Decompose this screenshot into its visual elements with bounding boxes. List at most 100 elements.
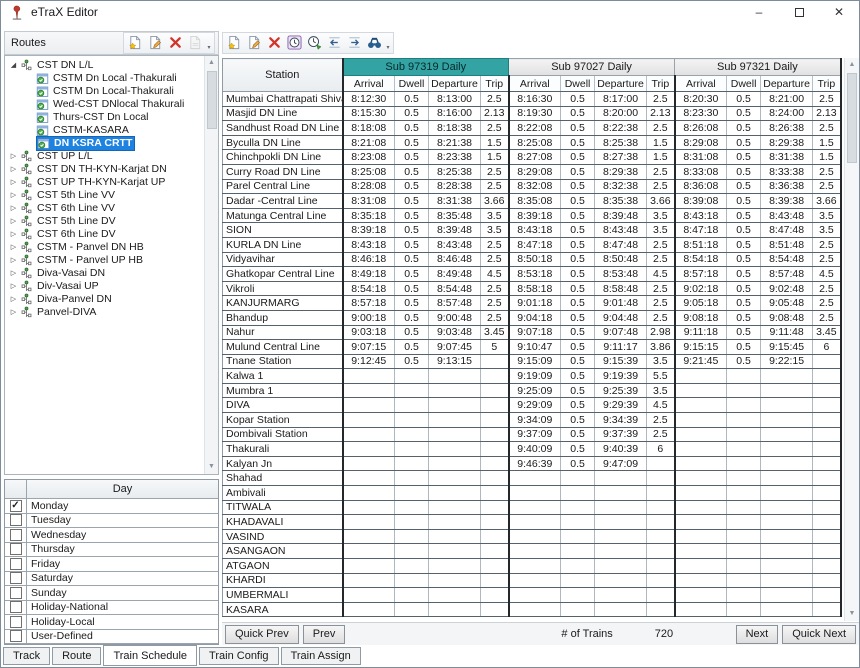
schedule-cell[interactable]: 0.5 [561, 398, 595, 413]
schedule-cell[interactable]: 9:02:48 [761, 281, 813, 296]
day-row-monday[interactable]: ✓Monday [5, 499, 218, 514]
schedule-cell[interactable]: 0.5 [561, 281, 595, 296]
schedule-cell[interactable]: 8:39:48 [429, 223, 481, 238]
edit-doc-icon[interactable] [244, 33, 264, 53]
schedule-cell[interactable]: 0.5 [561, 194, 595, 209]
schedule-cell[interactable] [761, 486, 813, 501]
schedule-cell[interactable]: 2.5 [813, 281, 841, 296]
schedule-cell[interactable]: 0.5 [727, 340, 761, 355]
schedule-cell[interactable] [481, 398, 509, 413]
schedule-cell[interactable] [727, 500, 761, 515]
schedule-cell[interactable] [395, 573, 429, 588]
schedule-cell[interactable]: 9:00:48 [429, 310, 481, 325]
schedule-cell[interactable] [761, 413, 813, 428]
table-scrollbar[interactable]: ▲ ▼ [844, 58, 859, 621]
schedule-cell[interactable]: 2.5 [481, 281, 509, 296]
schedule-cell[interactable] [647, 544, 675, 559]
schedule-cell[interactable] [481, 588, 509, 603]
schedule-cell[interactable]: 8:47:48 [595, 237, 647, 252]
schedule-cell[interactable] [761, 398, 813, 413]
schedule-cell[interactable] [429, 573, 481, 588]
schedule-cell[interactable]: 0.5 [561, 310, 595, 325]
tree-scrollbar[interactable]: ▲ ▼ [204, 56, 218, 474]
schedule-cell[interactable]: 8:43:48 [595, 223, 647, 238]
schedule-cell[interactable]: 2.5 [481, 252, 509, 267]
station-cell[interactable]: Sandhust Road DN Line [223, 121, 343, 136]
tree-item-cstm-dn-local-thakurali[interactable]: CSTM Dn Local -Thakurali [7, 72, 218, 85]
tree-item-dn-ksra-crtt[interactable]: DN KSRA CRTT [7, 137, 218, 150]
schedule-cell[interactable] [761, 500, 813, 515]
schedule-cell[interactable]: 2.5 [647, 310, 675, 325]
checkbox-monday[interactable]: ✓ [10, 500, 22, 512]
schedule-cell[interactable]: 8:29:38 [595, 164, 647, 179]
delete-icon[interactable] [264, 33, 284, 53]
schedule-cell[interactable]: 0.5 [727, 179, 761, 194]
expand-arrow-icon[interactable]: ▷ [7, 202, 20, 215]
schedule-cell[interactable] [481, 442, 509, 457]
column-header-trip[interactable]: Trip [813, 76, 841, 92]
expand-arrow-icon[interactable]: ▷ [7, 267, 20, 280]
schedule-cell[interactable] [395, 559, 429, 574]
tree-item-cst-6th-line-dv[interactable]: ▷CST 6th Line DV [7, 228, 218, 241]
schedule-cell[interactable] [675, 529, 727, 544]
schedule-cell[interactable]: 9:47:09 [595, 456, 647, 471]
schedule-cell[interactable] [761, 427, 813, 442]
expand-arrow-icon[interactable]: ▷ [7, 189, 20, 202]
schedule-cell[interactable] [429, 369, 481, 384]
schedule-cell[interactable]: 0.5 [727, 223, 761, 238]
schedule-cell[interactable]: 2.5 [647, 164, 675, 179]
station-cell[interactable]: ASANGAON [223, 544, 343, 559]
schedule-cell[interactable]: 8:43:48 [761, 208, 813, 223]
schedule-cell[interactable] [813, 529, 841, 544]
schedule-cell[interactable]: 9:00:18 [343, 310, 395, 325]
schedule-cell[interactable] [481, 515, 509, 530]
schedule-cell[interactable]: 9:46:39 [509, 456, 561, 471]
schedule-cell[interactable]: 0.5 [727, 296, 761, 311]
schedule-cell[interactable] [481, 427, 509, 442]
schedule-cell[interactable]: 8:19:30 [509, 106, 561, 121]
clock-view-icon[interactable] [284, 33, 304, 53]
schedule-cell[interactable] [761, 456, 813, 471]
toolbar-overflow-icon[interactable]: ▾ [384, 44, 392, 53]
schedule-cell[interactable]: 1.5 [481, 150, 509, 165]
schedule-cell[interactable] [675, 573, 727, 588]
schedule-cell[interactable] [343, 442, 395, 457]
schedule-cell[interactable]: 8:49:48 [429, 267, 481, 282]
station-cell[interactable]: Vidyavihar [223, 252, 343, 267]
schedule-cell[interactable]: 9:05:18 [675, 296, 727, 311]
schedule-cell[interactable] [595, 500, 647, 515]
schedule-cell[interactable]: 8:26:08 [675, 121, 727, 136]
schedule-cell[interactable]: 0.5 [727, 150, 761, 165]
schedule-cell[interactable]: 6 [813, 340, 841, 355]
schedule-cell[interactable]: 0.5 [395, 223, 429, 238]
schedule-cell[interactable]: 2.5 [647, 252, 675, 267]
schedule-cell[interactable]: 3.5 [647, 208, 675, 223]
schedule-cell[interactable]: 8:28:38 [429, 179, 481, 194]
schedule-cell[interactable]: 8:43:18 [675, 208, 727, 223]
schedule-cell[interactable]: 4.5 [647, 398, 675, 413]
schedule-cell[interactable]: 9:19:09 [509, 369, 561, 384]
station-cell[interactable]: Masjid DN Line [223, 106, 343, 121]
schedule-cell[interactable]: 0.5 [561, 354, 595, 369]
schedule-cell[interactable]: 9:25:39 [595, 383, 647, 398]
schedule-cell[interactable] [481, 544, 509, 559]
schedule-cell[interactable] [813, 486, 841, 501]
schedule-cell[interactable]: 9:07:48 [595, 325, 647, 340]
schedule-cell[interactable]: 8:25:38 [595, 135, 647, 150]
schedule-cell[interactable]: 0.5 [727, 237, 761, 252]
schedule-cell[interactable]: 0.5 [561, 340, 595, 355]
train-header-sub-97027-daily[interactable]: Sub 97027 Daily [509, 59, 675, 76]
schedule-cell[interactable] [395, 602, 429, 617]
schedule-cell[interactable] [481, 486, 509, 501]
schedule-cell[interactable]: 2.5 [813, 164, 841, 179]
station-cell[interactable]: Kalyan Jn [223, 456, 343, 471]
schedule-cell[interactable] [675, 515, 727, 530]
scroll-thumb[interactable] [207, 71, 217, 129]
schedule-cell[interactable] [561, 544, 595, 559]
station-cell[interactable]: Mumbai Chattrapati Shivaj [223, 92, 343, 107]
tree-item-cstm-panvel-up-hb[interactable]: ▷CSTM - Panvel UP HB [7, 254, 218, 267]
checkbox-tuesday[interactable] [10, 514, 22, 526]
schedule-cell[interactable] [727, 383, 761, 398]
train-header-sub-97321-daily[interactable]: Sub 97321 Daily [675, 59, 841, 76]
checkbox-thursday[interactable] [10, 543, 22, 555]
